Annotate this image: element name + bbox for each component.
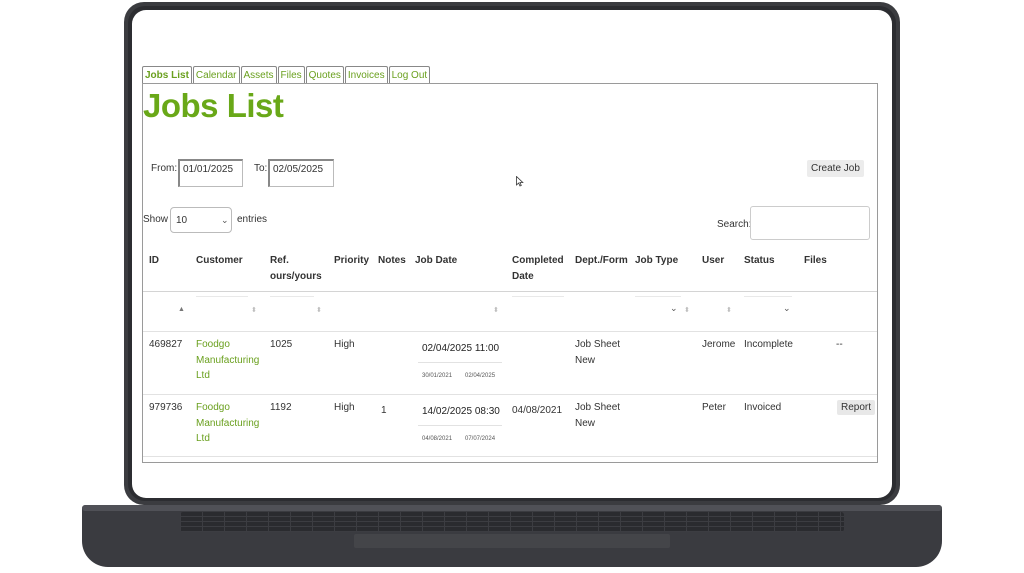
col-ref-line1: Ref. xyxy=(270,255,289,266)
row1-customer-line3: Ltd xyxy=(196,370,210,381)
search-input[interactable] xyxy=(750,206,870,240)
ref-filter[interactable] xyxy=(270,296,314,297)
col-id[interactable]: ID xyxy=(149,253,159,269)
entries-value: 10 xyxy=(176,215,188,226)
row2-dept-line2: New xyxy=(575,417,596,429)
col-ref-line2: ours/yours xyxy=(270,271,322,282)
col-completed-date[interactable]: Completed Date xyxy=(512,253,564,285)
tab-assets[interactable]: Assets xyxy=(240,66,277,84)
laptop-mockup: Jobs List Calendar Assets Files Quotes I… xyxy=(0,0,1024,573)
row1-customer-line1: Foodgo xyxy=(196,339,230,350)
sort-icon[interactable]: ⬍ xyxy=(316,306,322,314)
sort-icon[interactable]: ⬍ xyxy=(684,306,690,314)
row2-customer-line3: Ltd xyxy=(196,433,210,444)
row2-user: Peter xyxy=(702,402,726,413)
col-priority[interactable]: Priority xyxy=(334,253,369,269)
row2-customer-link[interactable]: Foodgo Manufacturing Ltd xyxy=(196,400,259,447)
row2-status: Invoiced xyxy=(744,402,782,413)
row1-customer-link[interactable]: Foodgo Manufacturing Ltd xyxy=(196,337,259,384)
tab-calendar[interactable]: Calendar xyxy=(192,66,240,84)
laptop-hinge xyxy=(82,505,942,511)
col-dept-form[interactable]: Dept./Form xyxy=(575,253,628,269)
screen: Jobs List Calendar Assets Files Quotes I… xyxy=(132,10,892,498)
tab-log-out[interactable]: Log Out xyxy=(388,66,431,84)
tab-quotes[interactable]: Quotes xyxy=(305,66,344,84)
row1-ref: 1025 xyxy=(270,339,293,350)
chevron-down-icon[interactable]: ⌄ xyxy=(783,303,791,314)
row1-files: -- xyxy=(836,339,843,350)
col-status[interactable]: Status xyxy=(744,253,775,269)
to-label: To: xyxy=(254,163,268,174)
from-label: From: xyxy=(151,163,178,174)
row1-date-divider xyxy=(418,362,502,363)
tab-files[interactable]: Files xyxy=(277,66,305,84)
customer-filter[interactable] xyxy=(196,296,248,297)
row-divider xyxy=(143,456,877,457)
row2-customer-line2: Manufacturing xyxy=(196,417,260,429)
row1-job-date-sub1: 30/01/2021 xyxy=(422,373,453,379)
row-divider xyxy=(143,394,877,395)
row1-status: Incomplete xyxy=(744,339,793,350)
row2-customer-line1: Foodgo xyxy=(196,402,230,413)
row1-id: 469827 xyxy=(149,339,183,350)
row2-dept: Job Sheet New xyxy=(575,400,620,431)
report-button[interactable]: Report xyxy=(837,400,876,415)
chevron-down-icon[interactable]: ⌄ xyxy=(670,303,678,314)
row2-date-divider xyxy=(418,425,502,426)
row1-customer-line2: Manufacturing xyxy=(196,354,260,366)
row2-ref: 1192 xyxy=(270,402,292,413)
col-files[interactable]: Files xyxy=(804,253,827,269)
col-user[interactable]: User xyxy=(702,253,724,269)
job-type-filter[interactable] xyxy=(635,296,681,297)
row1-dept-line2: New xyxy=(575,354,596,366)
status-filter[interactable] xyxy=(744,296,792,297)
page-title: Jobs List xyxy=(143,87,284,124)
trackpad xyxy=(354,534,670,548)
col-ref[interactable]: Ref. ours/yours xyxy=(270,253,322,285)
row1-user: Jerome xyxy=(702,339,736,350)
row2-dept-line1: Job Sheet xyxy=(575,402,621,413)
jobs-panel: Jobs List From: 01/01/2025 To: 02/05/202… xyxy=(142,83,878,463)
col-completed-line1: Completed xyxy=(512,255,564,266)
row2-job-date: 14/02/2025 08:30 xyxy=(422,406,500,417)
sort-icon[interactable]: ⬍ xyxy=(493,306,499,314)
filter-divider xyxy=(143,331,877,332)
sort-asc-icon[interactable]: ▲ xyxy=(178,306,185,313)
col-completed-line2: Date xyxy=(512,271,534,282)
search-label: Search: xyxy=(717,219,752,230)
col-notes[interactable]: Notes xyxy=(378,253,406,269)
from-date-input[interactable]: 01/01/2025 xyxy=(178,159,243,187)
tab-jobs-list[interactable]: Jobs List xyxy=(142,66,192,84)
keyboard xyxy=(180,512,844,532)
row2-job-date-sub2: 07/07/2024 xyxy=(465,436,496,442)
row1-dept-line1: Job Sheet xyxy=(575,339,621,350)
row2-notes: 1 xyxy=(381,405,387,416)
chevron-down-icon: ⌄ xyxy=(221,215,229,225)
row2-completed: 04/08/2021 xyxy=(512,405,563,416)
completed-filter[interactable] xyxy=(512,296,564,297)
nav-tabs: Jobs List Calendar Assets Files Quotes I… xyxy=(142,66,431,84)
show-label: Show xyxy=(143,214,169,225)
row1-dept: Job Sheet New xyxy=(575,337,620,368)
create-job-button[interactable]: Create Job xyxy=(807,160,864,177)
sort-icon[interactable]: ⬍ xyxy=(251,306,257,314)
col-job-date[interactable]: Job Date xyxy=(415,253,457,269)
header-divider xyxy=(143,291,877,292)
col-customer[interactable]: Customer xyxy=(196,253,243,269)
entries-label: entries xyxy=(237,214,268,225)
row2-priority: High xyxy=(334,402,355,413)
tab-invoices[interactable]: Invoices xyxy=(344,66,388,84)
col-job-type[interactable]: Job Type xyxy=(635,253,678,269)
row1-job-date: 02/04/2025 11:00 xyxy=(422,343,500,354)
row1-priority: High xyxy=(334,339,355,350)
row1-job-date-sub2: 02/04/2025 xyxy=(465,373,496,379)
sort-icon[interactable]: ⬍ xyxy=(726,306,732,314)
row2-id: 979736 xyxy=(149,402,183,413)
row2-job-date-sub1: 04/08/2021 xyxy=(422,436,453,442)
mouse-cursor-icon xyxy=(516,176,524,187)
to-date-input[interactable]: 02/05/2025 xyxy=(268,159,334,187)
